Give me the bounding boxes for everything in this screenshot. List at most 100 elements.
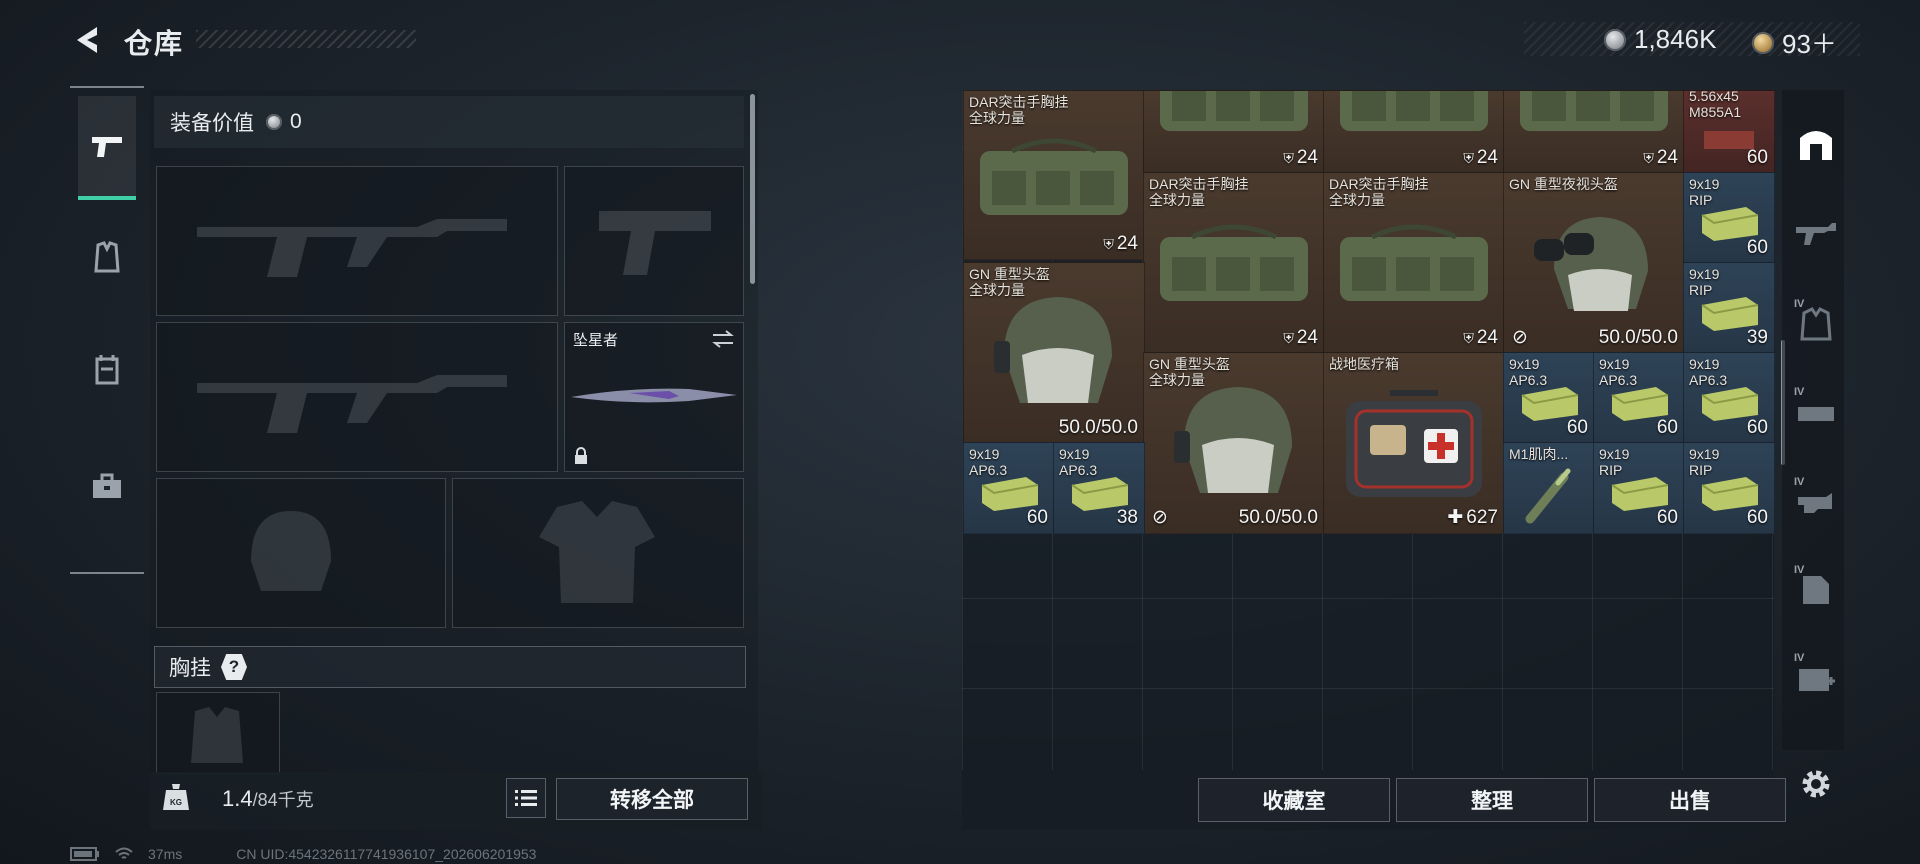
- stash-item-dar-rig[interactable]: DAR突击手胸挂 全球力量 ⛨ 24: [1143, 172, 1325, 354]
- page-title: 仓库: [124, 28, 185, 59]
- item-quantity: 60: [1746, 237, 1768, 258]
- helmet-image: [994, 297, 1112, 403]
- durability-icon: ⛨: [1643, 149, 1654, 166]
- list-view-button[interactable]: [506, 778, 546, 818]
- svg-text:KG: KG: [170, 798, 182, 807]
- gold-currency[interactable]: 93＋: [1752, 24, 1837, 61]
- sell-button[interactable]: 出售: [1594, 778, 1786, 822]
- helmet-slot[interactable]: [156, 478, 446, 628]
- attachment-icon: [1798, 493, 1832, 513]
- nav-chest-rig[interactable]: [78, 320, 136, 420]
- gold-coin-icon: [1752, 31, 1774, 54]
- item-quantity: ⛨ 24: [1283, 327, 1318, 348]
- tab-consumables[interactable]: IV: [1788, 562, 1844, 618]
- night-vision-helmet-image: [1534, 217, 1648, 311]
- stash-item-9x19-ap[interactable]: 9x19 AP6.3 60: [1593, 352, 1685, 444]
- pistol-silhouette-icon: [599, 211, 711, 275]
- stash-item-dar-rig-top[interactable]: ⛨ 24: [1323, 90, 1505, 174]
- nav-case[interactable]: [78, 436, 136, 536]
- secondary-weapon-slot[interactable]: [564, 166, 744, 316]
- sort-button[interactable]: 整理: [1396, 778, 1588, 822]
- knife-image: [571, 388, 737, 403]
- item-quantity: 60: [1746, 147, 1768, 168]
- battery-icon: [70, 847, 99, 861]
- item-quantity: 60: [1746, 417, 1768, 438]
- collection-room-button[interactable]: 收藏室: [1198, 778, 1390, 822]
- stash-item-9x19-ap[interactable]: 9x19 AP6.3 60: [963, 442, 1055, 534]
- item-durability: 50.0/50.0: [1598, 327, 1678, 348]
- transfer-all-button[interactable]: 转移全部: [556, 778, 748, 820]
- stash-item-9x19-ap[interactable]: 9x19 AP6.3 60: [1503, 352, 1595, 444]
- stash-item-m1-stim[interactable]: M1肌肉...: [1503, 442, 1595, 534]
- tactical-bag-image: [980, 138, 1128, 215]
- settings-button[interactable]: [1788, 756, 1844, 812]
- tier-label: IV: [1794, 386, 1805, 398]
- loadout-category-nav: [70, 86, 144, 574]
- tab-armor[interactable]: IV: [1788, 296, 1844, 352]
- item-quantity: ⛨ 24: [1463, 147, 1498, 168]
- stash-item-9x19-rip[interactable]: 9x19 RIP 60: [1683, 442, 1775, 534]
- toolbox-icon: [93, 473, 121, 498]
- tactical-bag-image: [1160, 224, 1308, 301]
- tab-ammo[interactable]: IV: [1788, 384, 1844, 440]
- weight-current: 1.4: [222, 786, 253, 811]
- helmet-silhouette-icon: [251, 511, 331, 591]
- back-button[interactable]: [68, 20, 108, 60]
- rifle-silhouette-icon: [197, 219, 507, 277]
- item-quantity: ⛨ 24: [1103, 233, 1138, 254]
- armor-vest-icon: [94, 241, 120, 273]
- silver-currency: 1,846K: [1604, 24, 1716, 55]
- rifle-silhouette-icon: [197, 375, 507, 433]
- stash-item-medkit[interactable]: 战地医疗箱 ✚ 627: [1323, 352, 1505, 534]
- tier-label: IV: [1794, 476, 1805, 488]
- tab-medical[interactable]: IV: [1788, 650, 1844, 706]
- ping-text: 37ms: [148, 846, 183, 862]
- melee-item-name: 坠星者: [573, 332, 619, 349]
- loadout-scrollbar[interactable]: [750, 94, 755, 284]
- item-durability: 50.0/50.0: [1238, 507, 1318, 528]
- chest-rig-section-header: 胸挂 ?: [154, 646, 746, 688]
- item-quantity: 39: [1746, 327, 1768, 348]
- stash-item-556-ammo[interactable]: 5.56x45 M855A1 60: [1683, 90, 1775, 174]
- helmet-image: [1174, 387, 1292, 493]
- stash-item-9x19-ap[interactable]: 9x19 AP6.3 38: [1053, 442, 1145, 534]
- item-name: M1肌肉...: [1509, 446, 1569, 462]
- item-name: DAR突击手胸挂 全球力量: [969, 94, 1069, 126]
- tier-label: IV: [1794, 298, 1805, 310]
- help-icon[interactable]: ?: [221, 654, 247, 680]
- nav-weapons[interactable]: [78, 96, 136, 200]
- stash-item-dar-rig-top[interactable]: ⛨ 24: [1503, 90, 1685, 174]
- durability-icon: ⛨: [1103, 235, 1114, 252]
- stash-item-dar-rig-top[interactable]: ⛨ 24: [1143, 90, 1325, 174]
- document-icon: [1803, 576, 1829, 604]
- stash-item-9x19-rip[interactable]: 9x19 RIP 60: [1683, 172, 1775, 264]
- tab-attachments[interactable]: IV: [1788, 474, 1844, 530]
- equipment-value-label: 装备价值: [170, 112, 254, 135]
- chest-rig-slot[interactable]: [156, 692, 280, 774]
- tab-all-items[interactable]: [1788, 116, 1844, 172]
- stash-item-gn-helmet[interactable]: GN 重型头盔 全球力量 ⊘ 50.0/50.0: [1143, 352, 1325, 534]
- stash-item-gn-helmet[interactable]: GN 重型头盔 全球力量 50.0/50.0: [963, 262, 1145, 444]
- uid-text: CN UID:4542326117741936107_202606201953: [236, 846, 537, 862]
- stash-item-dar-rig[interactable]: DAR突击手胸挂 全球力量 ⛨ 24: [1323, 172, 1505, 354]
- durability-icon: ⊘: [1152, 507, 1168, 528]
- nav-armor[interactable]: [78, 208, 136, 308]
- second-primary-slot[interactable]: [156, 322, 558, 472]
- durability-icon: ⛨: [1463, 149, 1474, 166]
- item-quantity: 60: [1656, 417, 1678, 438]
- item-quantity: 38: [1116, 507, 1138, 528]
- melee-slot[interactable]: 坠星者: [564, 322, 744, 472]
- swap-icon[interactable]: [711, 329, 735, 349]
- primary-weapon-slot[interactable]: [156, 166, 558, 316]
- stash-item-9x19-ap[interactable]: 9x19 AP6.3 60: [1683, 352, 1775, 444]
- tier-label: IV: [1794, 564, 1805, 576]
- stash-item-9x19-rip[interactable]: 9x19 RIP 60: [1593, 442, 1685, 534]
- body-armor-slot[interactable]: [452, 478, 744, 628]
- item-quantity: 60: [1746, 507, 1768, 528]
- weight-readout: 1.4/84千克: [222, 786, 314, 812]
- tab-weapons[interactable]: [1788, 204, 1844, 260]
- stash-item-dar-rig[interactable]: DAR突击手胸挂 全球力量 ⛨ 24: [963, 90, 1145, 260]
- stash-item-9x19-rip[interactable]: 9x19 RIP 39: [1683, 262, 1775, 354]
- stash-item-nv-helmet[interactable]: GN 重型夜视头盔 ⊘ 50.0/50.0: [1503, 172, 1685, 354]
- title-decoration: [196, 30, 416, 48]
